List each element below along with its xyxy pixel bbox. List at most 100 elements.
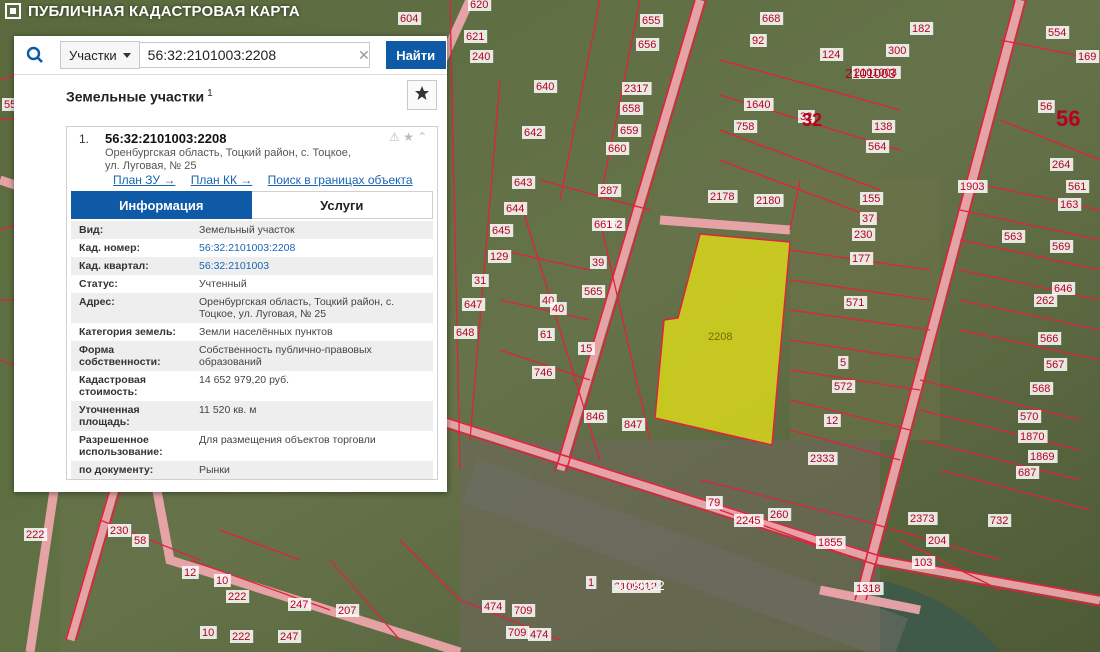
- parcel-number-label: 658: [622, 103, 640, 115]
- parcel-number-label: 2373: [910, 513, 934, 525]
- parcel-number-label: 746: [534, 367, 552, 379]
- search-icon[interactable]: [14, 36, 56, 74]
- info-key: по документу:: [79, 464, 154, 476]
- parcel-number-label: 12: [184, 567, 196, 579]
- parcel-number-label: 621: [466, 31, 484, 43]
- parcel-number-label: 207: [338, 605, 356, 617]
- info-value: Земельный участок: [199, 224, 295, 236]
- parcel-number-label: 474: [484, 601, 502, 613]
- parcel-number-label: 1640: [746, 99, 770, 111]
- parcel-number-label: 103: [914, 557, 932, 569]
- parcel-number-label: 204: [928, 535, 946, 547]
- card-tools: ⚠ ★ ⌃: [389, 130, 427, 144]
- parcel-number-label: 642: [524, 127, 542, 139]
- app-logo: ПУБЛИЧНАЯ КАДАСТРОВАЯ КАРТА: [4, 0, 300, 22]
- parcel-number-label: 1869: [1030, 451, 1054, 463]
- parcel-number-label: 1: [588, 577, 594, 589]
- parcel-number-label: 646: [1054, 283, 1072, 295]
- parcel-number-label: 687: [1018, 467, 1036, 479]
- parcel-number-label: 561: [1068, 181, 1086, 193]
- tab-services[interactable]: Услуги: [251, 191, 433, 219]
- info-key: Уточненная площадь:: [79, 404, 140, 428]
- info-key: Форма собственности:: [79, 344, 161, 368]
- info-row: по документу: Рынки: [71, 461, 433, 479]
- parcel-number-label: 92: [752, 35, 764, 47]
- result-cadastral-number[interactable]: 56:32:2101003:2208: [105, 131, 226, 146]
- info-value[interactable]: 56:32:2101003: [191, 257, 433, 275]
- info-value: Земли населённых пунктов: [199, 326, 333, 338]
- tab-info[interactable]: Информация: [71, 191, 252, 219]
- parcel-number-label: 656: [638, 39, 656, 51]
- parcel-number-label: 846: [586, 411, 604, 423]
- info-value: 14 652 979,20 руб.: [199, 374, 290, 386]
- parcel-number-label: 264: [1052, 159, 1070, 171]
- parcel-number-label: 1318: [856, 583, 880, 595]
- info-row: Разрешенное использование: Для размещения…: [71, 431, 433, 461]
- parcel-number-label: 1870: [1020, 431, 1044, 443]
- parcel-number-label: 645: [492, 225, 510, 237]
- find-button[interactable]: Найти: [385, 41, 446, 69]
- parcel-number-label: 5: [840, 357, 846, 369]
- info-row: Вид: Земельный участок: [71, 221, 433, 239]
- parcel-number-label: 155: [862, 193, 880, 205]
- parcel-number-label: 260: [770, 509, 788, 521]
- parcel-number-label: 262: [1036, 295, 1054, 307]
- info-key: Статус:: [79, 278, 118, 290]
- parcel-number-label: 655: [642, 15, 660, 27]
- parcel-number-label: 37: [862, 213, 874, 225]
- parcel-number-label: 177: [852, 253, 870, 265]
- plan-zu-link[interactable]: План ЗУ →: [113, 173, 175, 187]
- plan-kk-link[interactable]: План КК →: [191, 173, 253, 187]
- parcel-number-label: 31: [474, 275, 486, 287]
- info-value: Для размещения объектов торговли: [199, 434, 376, 446]
- chevron-up-icon[interactable]: ⌃: [417, 130, 427, 144]
- info-row: Кадастровая стоимость: 14 652 979,20 руб.: [71, 371, 433, 401]
- info-key: Адрес:: [79, 296, 115, 308]
- parcel-number-label: 620: [470, 0, 488, 11]
- parcel-number-label: 15: [580, 343, 592, 355]
- parcel-number-label: 2178: [710, 191, 734, 203]
- info-table: Вид: Земельный участок Кад. номер: 56:32:21…: [71, 221, 433, 479]
- parcel-number-label: 10: [202, 627, 214, 639]
- object-type-select[interactable]: Участки: [60, 41, 140, 69]
- favorite-button[interactable]: [407, 80, 437, 110]
- parcel-number-label: 40: [552, 303, 564, 315]
- parcel-number-label: 222: [26, 529, 44, 541]
- info-value[interactable]: 56:32:2101003:2208: [191, 239, 433, 257]
- info-row: Кад. квартал: 56:32:2101003: [71, 257, 433, 275]
- parcel-number-label: 554: [1048, 27, 1066, 39]
- parcel-number-label: 12: [826, 415, 838, 427]
- parcel-number-label: 709: [508, 627, 526, 639]
- search-input[interactable]: [139, 42, 370, 68]
- star-icon[interactable]: ★: [403, 130, 414, 144]
- info-key: Категория земель:: [79, 326, 176, 338]
- parcel-number-label: 569: [1052, 241, 1070, 253]
- parcel-number-label: 474: [530, 629, 548, 641]
- parcel-number-label: 247: [280, 631, 298, 643]
- parcel-number-label: 566: [1040, 333, 1058, 345]
- parcel-number-label: 659: [620, 125, 638, 137]
- parcel-number-label: 644: [506, 203, 524, 215]
- result-address: Оренбургская область, Тоцкий район, с. Т…: [105, 147, 351, 172]
- info-key: Кадастровая стоимость:: [79, 374, 146, 398]
- parcel-number-label: 39: [592, 257, 604, 269]
- info-value: 11 520 кв. м: [199, 404, 257, 416]
- parcel-number-label: 565: [584, 286, 602, 298]
- info-value: Оренбургская область, Тоцкий район, с. Т…: [199, 296, 395, 320]
- warning-icon[interactable]: ⚠: [389, 130, 400, 144]
- chevron-down-icon: [122, 52, 131, 58]
- result-card: 1. 56:32:2101003:2208 Оренбургская облас…: [66, 126, 438, 480]
- region-label: 56: [1056, 106, 1080, 131]
- search-bar: Участки ✕ Найти: [14, 36, 447, 75]
- info-row: Форма собственности: Собственность публич…: [71, 341, 433, 371]
- star-icon: [414, 85, 430, 106]
- clear-icon[interactable]: ✕: [358, 47, 370, 64]
- info-value: Рынки: [199, 464, 230, 476]
- parcel-number-label: 564: [868, 141, 886, 153]
- parcel-number-label: 61: [540, 329, 552, 341]
- parcel-number-label: 668: [762, 13, 780, 25]
- app-title: ПУБЛИЧНАЯ КАДАСТРОВАЯ КАРТА: [28, 2, 300, 20]
- parcel-number-label: 222: [232, 631, 250, 643]
- result-tabs: Информация Услуги: [71, 191, 433, 219]
- info-key: Разрешенное использование:: [79, 434, 163, 458]
